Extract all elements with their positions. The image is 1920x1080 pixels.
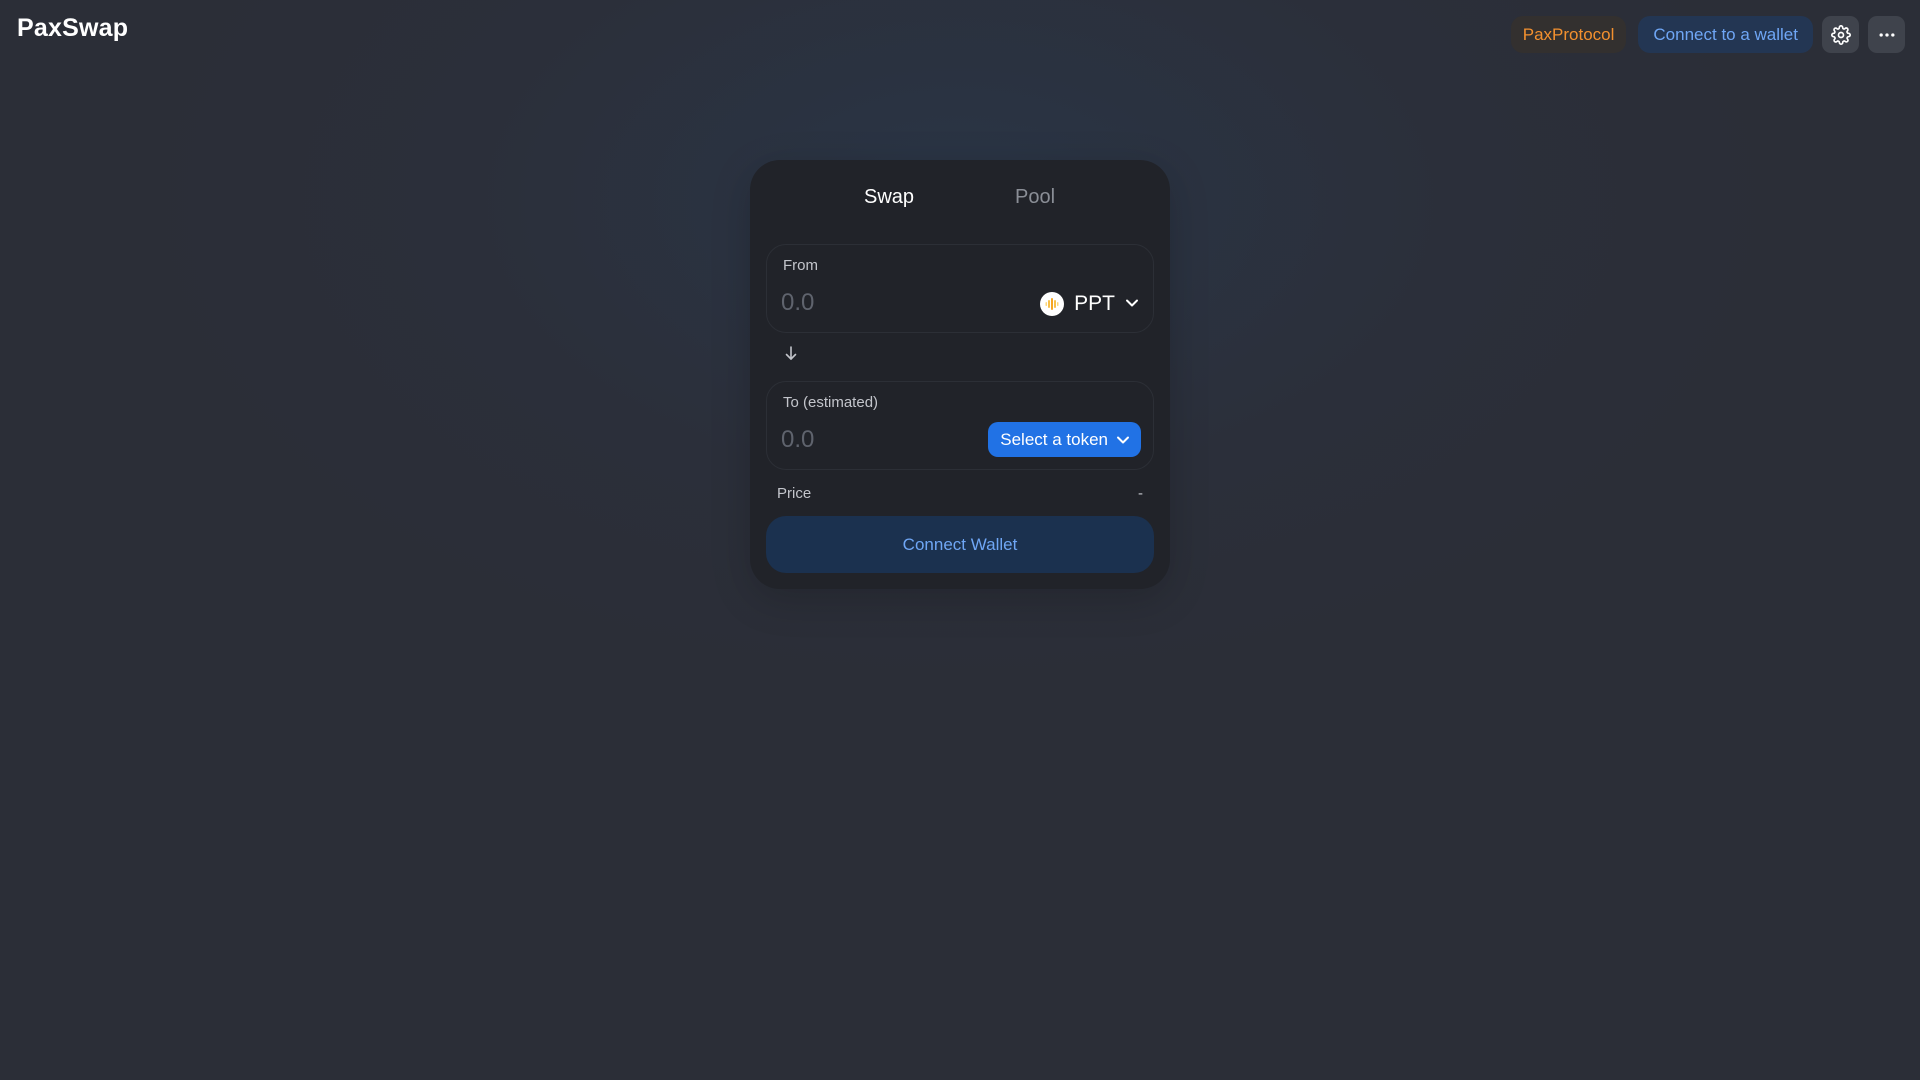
tab-pool[interactable]: Pool xyxy=(1015,186,1055,209)
chevron-down-icon xyxy=(1125,295,1139,313)
from-panel: From PPT xyxy=(766,244,1154,333)
more-menu-button[interactable] xyxy=(1868,16,1905,53)
app-logo[interactable]: PaxSwap xyxy=(17,14,128,43)
ppt-token-icon xyxy=(1040,292,1065,316)
protocol-link[interactable]: PaxProtocol xyxy=(1510,16,1627,53)
price-value: - xyxy=(1138,485,1143,502)
settings-button[interactable] xyxy=(1822,16,1859,53)
gear-icon xyxy=(1830,24,1851,45)
select-token-button[interactable]: Select a token xyxy=(988,422,1141,457)
to-label: To (estimated) xyxy=(783,394,879,411)
top-header: PaxSwap PaxProtocol Connect to a wallet xyxy=(0,0,1920,70)
from-token-select[interactable]: PPT xyxy=(1040,288,1139,320)
connect-to-wallet-button[interactable]: Connect to a wallet xyxy=(1638,16,1813,53)
chevron-down-icon xyxy=(1116,430,1130,450)
swap-pool-tabs: Swap Pool xyxy=(750,186,1170,216)
connect-wallet-button[interactable]: Connect Wallet xyxy=(766,516,1154,573)
to-amount-input[interactable] xyxy=(781,424,981,456)
price-row: Price - xyxy=(777,485,1143,505)
ellipsis-icon xyxy=(1877,25,1897,45)
header-actions: PaxProtocol Connect to a wallet xyxy=(1510,16,1905,53)
to-panel: To (estimated) Select a token xyxy=(766,381,1154,470)
from-token-symbol: PPT xyxy=(1074,292,1115,315)
price-label: Price xyxy=(777,485,812,502)
from-amount-input[interactable] xyxy=(781,287,981,319)
select-token-label: Select a token xyxy=(1000,429,1108,449)
from-label: From xyxy=(783,257,818,274)
swap-card: Swap Pool From PPT xyxy=(750,160,1170,589)
tab-swap[interactable]: Swap xyxy=(864,186,914,209)
switch-direction-arrow-icon[interactable] xyxy=(783,345,799,361)
